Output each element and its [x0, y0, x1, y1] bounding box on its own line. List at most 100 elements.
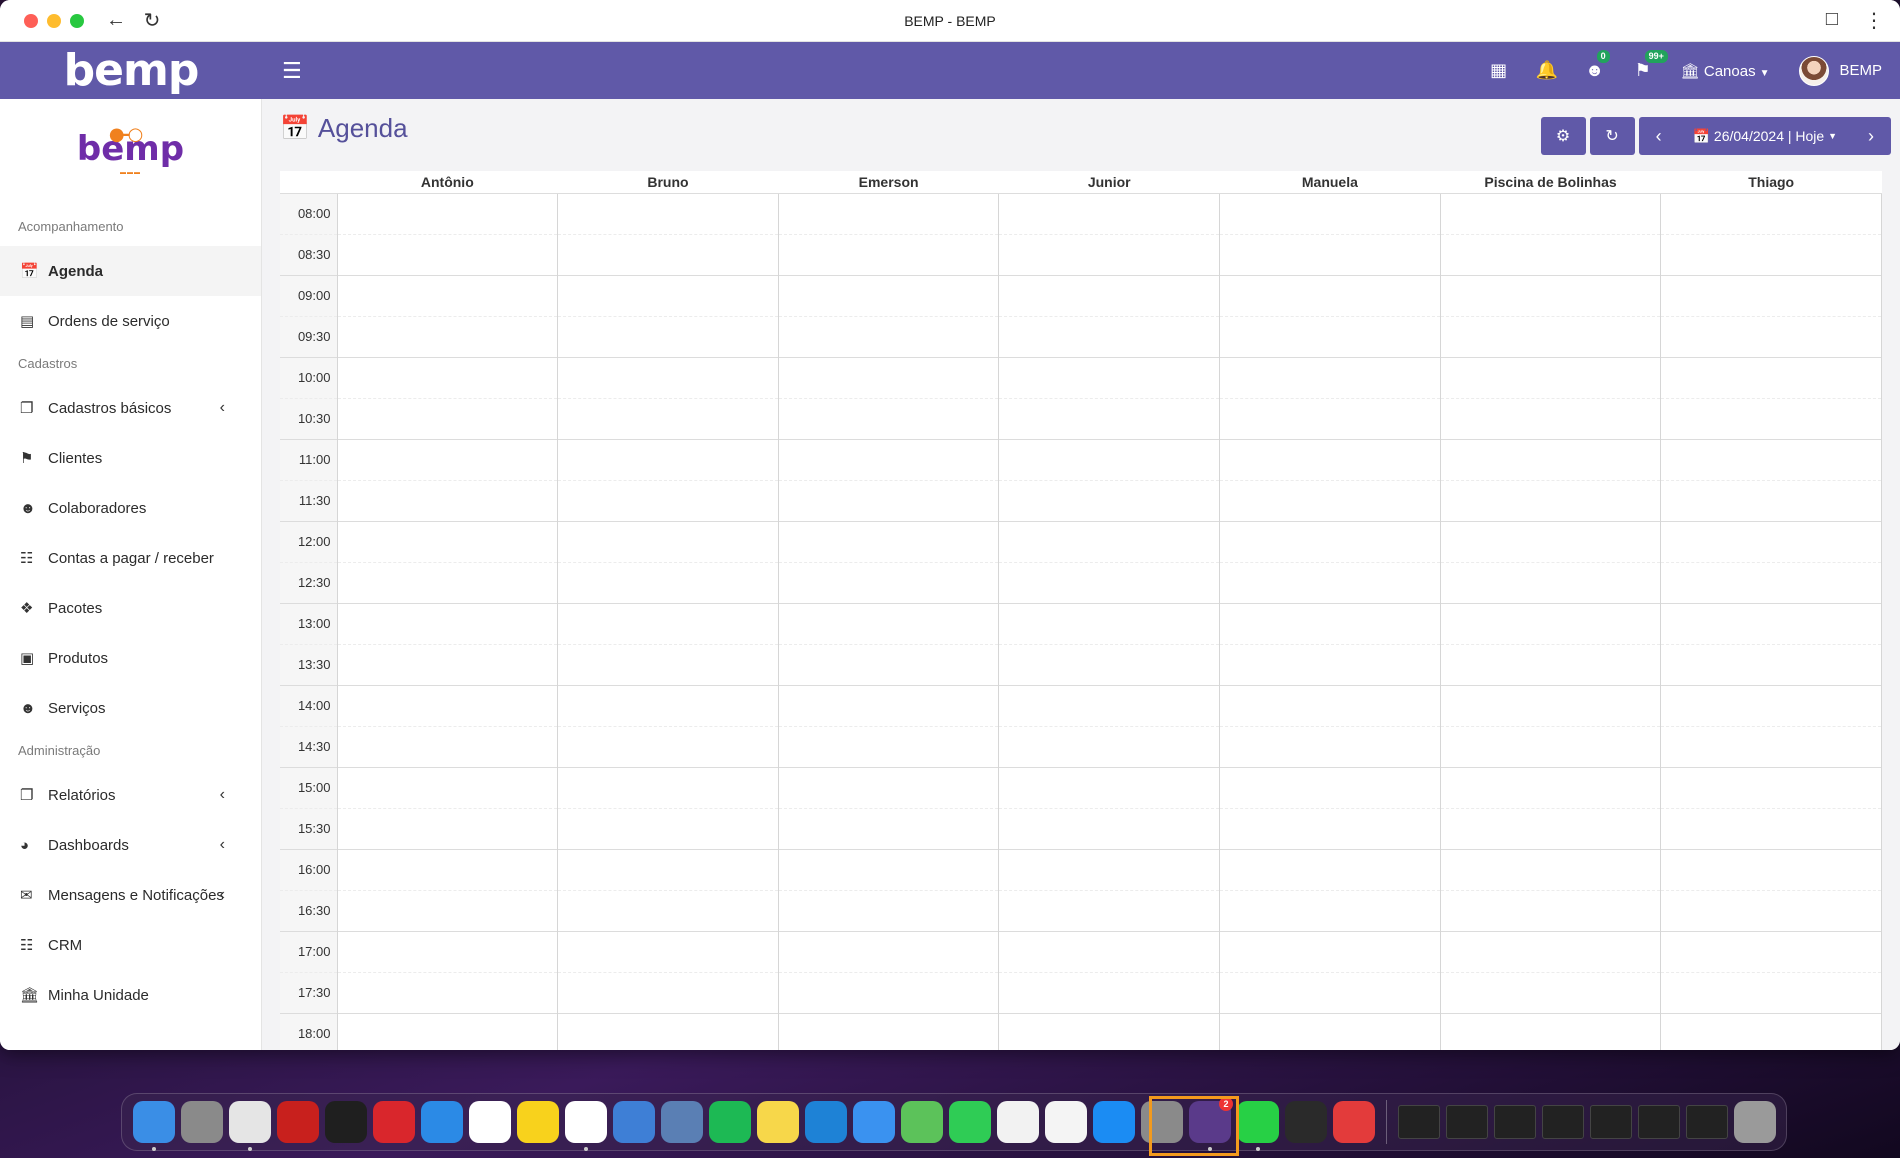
- dots-app-icon[interactable]: [373, 1101, 415, 1143]
- schedule-cell[interactable]: [336, 1012, 559, 1050]
- schedule-cell[interactable]: [557, 930, 779, 972]
- schedule-cell[interactable]: [1439, 889, 1662, 931]
- reminders-icon[interactable]: [997, 1101, 1039, 1143]
- schedule-cell[interactable]: [1219, 561, 1441, 603]
- schedule-cell[interactable]: [336, 479, 559, 521]
- schedule-cell[interactable]: [336, 684, 559, 726]
- schedule-cell[interactable]: [1660, 479, 1882, 521]
- bemp-app-icon[interactable]: 2: [1189, 1097, 1233, 1151]
- miro-icon[interactable]: [517, 1101, 559, 1143]
- spotify-icon[interactable]: [709, 1101, 751, 1143]
- sidebar-item-servicos[interactable]: ☻ Serviços: [0, 683, 261, 733]
- schedule-cell[interactable]: [1219, 233, 1441, 275]
- minimized-window-thumbnail[interactable]: [1494, 1105, 1536, 1139]
- schedule-cell[interactable]: [336, 438, 559, 480]
- schedule-cell[interactable]: [1219, 315, 1441, 357]
- schedule-cell[interactable]: [777, 766, 1000, 808]
- schedule-cell[interactable]: [1439, 1012, 1662, 1050]
- qb-icon[interactable]: [613, 1101, 655, 1143]
- schedule-cell[interactable]: [557, 602, 779, 644]
- terminal-icon[interactable]: [325, 1101, 367, 1143]
- schedule-cell[interactable]: [998, 561, 1221, 603]
- schedule-cell[interactable]: [1219, 1012, 1441, 1050]
- schedule-cell[interactable]: [1439, 438, 1662, 480]
- safari-icon[interactable]: [421, 1101, 463, 1143]
- quicktime-icon[interactable]: [1285, 1101, 1327, 1143]
- schedule-cell[interactable]: [777, 438, 1000, 480]
- schedule-cell[interactable]: [557, 889, 779, 931]
- schedule-cell[interactable]: [1439, 848, 1662, 890]
- schedule-cell[interactable]: [1439, 520, 1662, 562]
- schedule-cell[interactable]: [1219, 397, 1441, 439]
- schedule-cell[interactable]: [336, 315, 559, 357]
- schedule-cell[interactable]: [1660, 356, 1882, 398]
- schedule-cell[interactable]: [1439, 561, 1662, 603]
- sidebar-item-contas[interactable]: ☷ Contas a pagar / receber: [0, 533, 261, 583]
- schedule-cell[interactable]: [557, 274, 779, 316]
- user-name[interactable]: BEMP: [1839, 62, 1882, 79]
- schedule-cell[interactable]: [336, 233, 559, 275]
- schedule-cell[interactable]: [336, 807, 559, 849]
- sidebar-item-colaboradores[interactable]: ☻ Colaboradores: [0, 483, 261, 533]
- schedule-cell[interactable]: [777, 356, 1000, 398]
- notion-icon[interactable]: [469, 1101, 511, 1143]
- sidebar-item-dashboards[interactable]: ◕ Dashboards ‹: [0, 820, 261, 870]
- schedule-cell[interactable]: [1660, 889, 1882, 931]
- minimize-window-button[interactable]: [47, 13, 61, 28]
- photos-icon[interactable]: [1045, 1101, 1087, 1143]
- sidebar-item-produtos[interactable]: ▣ Produtos: [0, 633, 261, 683]
- schedule-cell[interactable]: [1439, 315, 1662, 357]
- schedule-cell[interactable]: [1439, 643, 1662, 685]
- schedule-cell[interactable]: [1439, 479, 1662, 521]
- vscode-icon[interactable]: [805, 1101, 847, 1143]
- trash-icon[interactable]: [1734, 1101, 1776, 1143]
- bookmark-icon[interactable]: ⚑ 99+: [1619, 50, 1668, 81]
- back-arrow-icon[interactable]: ←: [106, 9, 126, 32]
- previous-day-button[interactable]: ‹: [1639, 117, 1679, 155]
- schedule-cell[interactable]: [336, 397, 559, 439]
- schedule-cell[interactable]: [1439, 602, 1662, 644]
- schedule-cell[interactable]: [557, 315, 779, 357]
- schedule-cell[interactable]: [1660, 971, 1882, 1013]
- extensions-icon[interactable]: □: [1826, 8, 1838, 33]
- schedule-cell[interactable]: [1660, 397, 1882, 439]
- schedule-cell[interactable]: [998, 233, 1221, 275]
- schedule-cell[interactable]: [557, 684, 779, 726]
- schedule-cell[interactable]: [1660, 274, 1882, 316]
- sidebar-item-cadastros-basicos[interactable]: ❐ Cadastros básicos ‹: [0, 383, 261, 433]
- bell-icon[interactable]: 🔔: [1523, 60, 1571, 81]
- sidebar-item-crm[interactable]: ☷ CRM: [0, 920, 261, 970]
- schedule-cell[interactable]: [1660, 192, 1882, 234]
- schedule-cell[interactable]: [998, 315, 1221, 357]
- schedule-cell[interactable]: [1660, 930, 1882, 972]
- schedule-cell[interactable]: [1660, 1012, 1882, 1050]
- schedule-cell[interactable]: [1439, 725, 1662, 767]
- schedule-cell[interactable]: [998, 356, 1221, 398]
- schedule-cell[interactable]: [777, 274, 1000, 316]
- schedule-cell[interactable]: [557, 438, 779, 480]
- chrome-icon[interactable]: [229, 1101, 271, 1151]
- schedule-cell[interactable]: [1660, 438, 1882, 480]
- schedule-cell[interactable]: [998, 274, 1221, 316]
- schedule-cell[interactable]: [1439, 233, 1662, 275]
- schedule-cell[interactable]: [557, 848, 779, 890]
- schedule-cell[interactable]: [777, 602, 1000, 644]
- schedule-cell[interactable]: [998, 479, 1221, 521]
- sidebar-item-mensagens[interactable]: ✉ Mensagens e Notificações ‹: [0, 870, 261, 920]
- sidebar-item-minha-unidade[interactable]: 🏛 Minha Unidade: [0, 970, 261, 1020]
- schedule-cell[interactable]: [1219, 602, 1441, 644]
- schedule-cell[interactable]: [777, 643, 1000, 685]
- schedule-cell[interactable]: [557, 356, 779, 398]
- maps-icon[interactable]: [901, 1101, 943, 1143]
- schedule-cell[interactable]: [1660, 602, 1882, 644]
- minimized-window-thumbnail[interactable]: [1638, 1105, 1680, 1139]
- system-settings-icon[interactable]: [1141, 1101, 1183, 1143]
- minimized-window-thumbnail[interactable]: [1542, 1105, 1584, 1139]
- schedule-cell[interactable]: [557, 520, 779, 562]
- schedule-cell[interactable]: [1660, 643, 1882, 685]
- close-window-button[interactable]: [24, 13, 38, 28]
- schedule-cell[interactable]: [777, 192, 1000, 234]
- app-store-icon[interactable]: [1093, 1101, 1135, 1143]
- whatsapp-icon[interactable]: [1237, 1101, 1279, 1151]
- schedule-cell[interactable]: [1219, 356, 1441, 398]
